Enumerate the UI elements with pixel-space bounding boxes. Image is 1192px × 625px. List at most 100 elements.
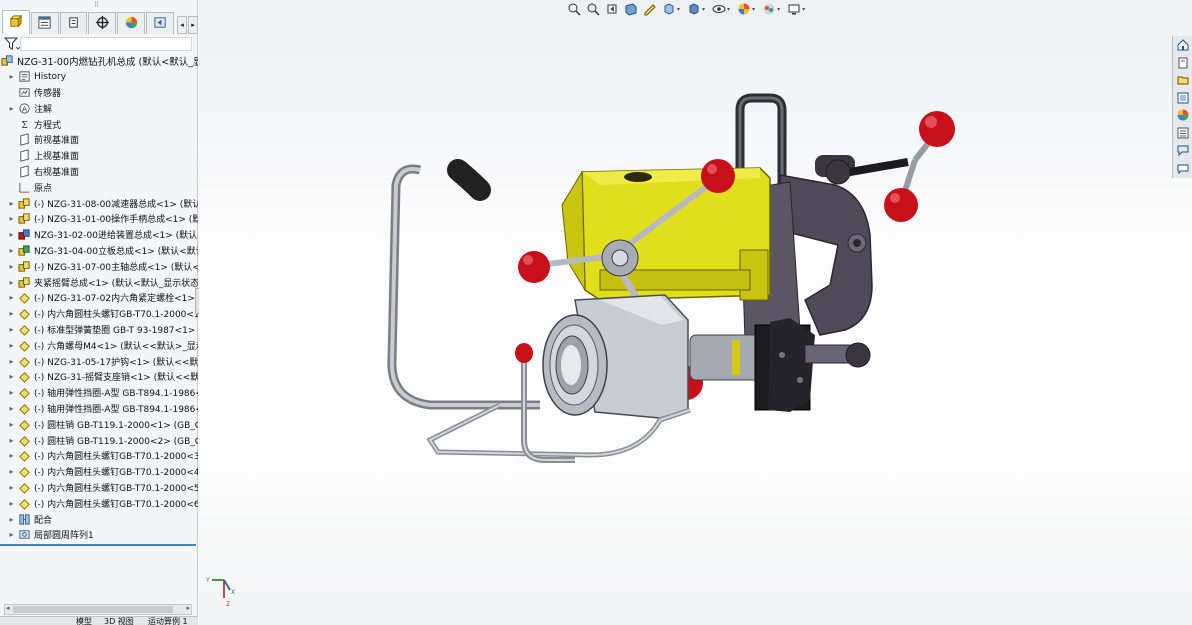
tree-horizontal-scrollbar[interactable]: ◂ ▸	[4, 604, 192, 615]
tree-row-label: (-) 内六角圆柱头螺钉GB-T70.1-2000<5>	[34, 483, 198, 494]
subassembly-icon	[17, 197, 31, 210]
tree-row-component[interactable]: ▸ (-) NZG-31-08-00减速器总成<1> (默认<	[0, 195, 198, 211]
drill-machine-model[interactable]	[199, 0, 1192, 625]
filter-input[interactable]	[20, 37, 192, 51]
expand-arrow-icon[interactable]: ▸	[6, 483, 17, 492]
expand-arrow-icon[interactable]: ▸	[6, 499, 17, 508]
tab-scroll-left-button[interactable]: ◂	[176, 16, 187, 34]
tree-row-label: (-) NZG-31-摇臂支座销<1> (默认<<默认	[34, 373, 198, 384]
tab-display-manager[interactable]	[117, 12, 146, 34]
tree-row-component[interactable]: ▸ (-) NZG-31-07-00主轴总成<1> (默认<默	[0, 258, 198, 274]
tree-row-part[interactable]: ▸ (-) 内六角圆柱头螺钉GB-T70.1-2000<6>	[0, 495, 198, 511]
expand-arrow-icon[interactable]: ▸	[6, 515, 17, 524]
tree-row-part[interactable]: ▸ (-) NZG-31-07-02内六角紧定螺栓<1> (默	[0, 290, 198, 306]
expand-arrow-icon[interactable]: ▸	[6, 436, 17, 445]
tree-row-part[interactable]: ▸ (-) 轴用弹性挡圈-A型 GB-T894.1-1986<	[0, 385, 198, 401]
tree-row-part[interactable]: ▸ (-) 六角螺母M4<1> (默认<<默认>_显示	[0, 337, 198, 353]
tab-model[interactable]: 模型	[76, 617, 92, 625]
tree-row-part[interactable]: ▸ (-) 内六角圆柱头螺钉GB-T70.1-2000<1>	[0, 306, 198, 322]
expand-arrow-icon[interactable]: ▸	[6, 388, 17, 397]
tree-row-root-assembly[interactable]: NZG-31-00内燃钻孔机总成 (默认<默认_显示	[0, 53, 198, 69]
feature-manager-panel: ⠿ ◂ ▸ NZG-31-00内燃钻孔机总成 (默认<默认_显示 ▸ Histo…	[0, 0, 198, 625]
tree-row-part[interactable]: ▸ (-) 圆柱销 GB-T119.1-2000<2> (GB_CO	[0, 432, 198, 448]
mates-icon	[17, 513, 31, 526]
tree-row-label: (-) 内六角圆柱头螺钉GB-T70.1-2000<4>	[34, 468, 198, 479]
circular-pattern-icon	[17, 528, 31, 541]
expand-arrow-icon[interactable]: ▸	[6, 262, 17, 271]
tab-dimxpert[interactable]	[88, 12, 117, 34]
expand-arrow-icon[interactable]: ▸	[6, 341, 17, 350]
part-icon	[17, 497, 31, 510]
expand-arrow-icon[interactable]: ▸	[6, 199, 17, 208]
subassembly-colored-icon	[17, 244, 31, 257]
tab-configuration-manager[interactable]	[59, 12, 88, 34]
expand-arrow-icon[interactable]: ▸	[6, 230, 17, 239]
tree-row-component[interactable]: ▸ (-) NZG-31-01-00操作手柄总成<1> (默认	[0, 211, 198, 227]
tree-rollback-bar[interactable]	[0, 544, 196, 546]
tree-row-label: 夹紧摇臂总成<1> (默认<默认_显示状态-	[34, 278, 198, 289]
property-manager-icon	[37, 15, 52, 33]
coordinate-triad: Y Z X	[205, 577, 235, 608]
tree-row-component[interactable]: ▸ NZG-31-02-00进给装置总成<1> (默认<	[0, 227, 198, 243]
expand-arrow-icon[interactable]: ▸	[6, 420, 17, 429]
expand-arrow-icon[interactable]: ▸	[6, 530, 17, 539]
tree-row-part[interactable]: ▸ (-) NZG-31-摇臂支座销<1> (默认<<默认	[0, 369, 198, 385]
tab-feature-manager[interactable]	[2, 10, 30, 34]
tree-row-component[interactable]: ▸ 夹紧摇臂总成<1> (默认<默认_显示状态-	[0, 274, 198, 290]
expand-arrow-icon[interactable]: ▸	[6, 309, 17, 318]
tree-row-label: NZG-31-02-00进给装置总成<1> (默认<	[34, 231, 198, 242]
svg-text:A: A	[21, 104, 26, 113]
expand-arrow-icon[interactable]: ▸	[6, 372, 17, 381]
scrollbar-thumb[interactable]	[13, 606, 173, 613]
expand-arrow-icon[interactable]: ▸	[6, 72, 17, 81]
tree-row-part[interactable]: ▸ (-) NZG-31-05-17护钩<1> (默认<<默认	[0, 353, 198, 369]
tree-row-part[interactable]: ▸ (-) 标准型弹簧垫圈 GB-T 93-1987<1> (G	[0, 322, 198, 338]
svg-text:X: X	[231, 589, 235, 596]
expand-arrow-icon[interactable]: ▸	[6, 325, 17, 334]
tree-row-annotations[interactable]: ▸ A 注解	[0, 100, 198, 116]
expand-arrow-icon[interactable]: ▸	[6, 278, 17, 287]
tree-row-label: 上视基准面	[34, 152, 80, 163]
tree-row-label: 右视基准面	[34, 167, 80, 178]
scroll-right-arrow-icon[interactable]: ▸	[186, 604, 190, 612]
tree-row-part[interactable]: ▸ (-) 轴用弹性挡圈-A型 GB-T894.1-1986<2	[0, 401, 198, 417]
tab-motion-study[interactable]: 运动算例 1	[148, 617, 188, 625]
tab-property-manager[interactable]	[30, 12, 59, 34]
part-icon	[17, 434, 31, 447]
scroll-left-arrow-icon[interactable]: ◂	[6, 604, 10, 612]
filter-icon[interactable]	[4, 37, 20, 51]
tree-row-label: (-) NZG-31-07-00主轴总成<1> (默认<默	[34, 262, 198, 273]
expand-arrow-icon[interactable]: ▸	[6, 404, 17, 413]
tab-3d-views[interactable]: 3D 视图	[104, 617, 134, 625]
part-icon	[17, 355, 31, 368]
tab-scroll-right-button[interactable]: ▸	[187, 16, 198, 34]
tree-row-right-plane[interactable]: 右视基准面	[0, 164, 198, 180]
expand-arrow-icon[interactable]: ▸	[6, 451, 17, 460]
expand-arrow-icon[interactable]: ▸	[6, 246, 17, 255]
tree-row-pattern[interactable]: ▸ 局部圆周阵列1	[0, 527, 198, 543]
expand-arrow-icon[interactable]: ▸	[6, 214, 17, 223]
sensor-icon	[17, 86, 31, 99]
svg-text:Σ: Σ	[21, 120, 28, 131]
expand-arrow-icon[interactable]: ▸	[6, 293, 17, 302]
tab-cam[interactable]	[146, 12, 174, 34]
tree-row-component[interactable]: ▸ NZG-31-04-00立板总成<1> (默认<默认	[0, 243, 198, 259]
tree-row-mates[interactable]: ▸ 配合	[0, 511, 198, 527]
dimxpert-icon	[95, 15, 110, 33]
tree-row-origin[interactable]: 原点	[0, 179, 198, 195]
bottom-tab-strip: 模型 3D 视图 运动算例 1	[0, 616, 198, 625]
expand-arrow-icon[interactable]: ▸	[6, 467, 17, 476]
tree-row-sensors[interactable]: 传感器	[0, 85, 198, 101]
expand-arrow-icon[interactable]: ▸	[6, 104, 17, 113]
origin-icon	[17, 181, 31, 194]
tree-row-equations[interactable]: Σ 方程式	[0, 116, 198, 132]
tree-row-front-plane[interactable]: 前视基准面	[0, 132, 198, 148]
tree-row-part[interactable]: ▸ (-) 圆柱销 GB-T119.1-2000<1> (GB_CO	[0, 416, 198, 432]
tree-row-part[interactable]: ▸ (-) 内六角圆柱头螺钉GB-T70.1-2000<3>	[0, 448, 198, 464]
plane-icon	[17, 165, 31, 178]
tree-row-part[interactable]: ▸ (-) 内六角圆柱头螺钉GB-T70.1-2000<5>	[0, 480, 198, 496]
tree-row-history[interactable]: ▸ History	[0, 69, 198, 85]
tree-row-top-plane[interactable]: 上视基准面	[0, 148, 198, 164]
expand-arrow-icon[interactable]: ▸	[6, 357, 17, 366]
tree-row-part[interactable]: ▸ (-) 内六角圆柱头螺钉GB-T70.1-2000<4>	[0, 464, 198, 480]
